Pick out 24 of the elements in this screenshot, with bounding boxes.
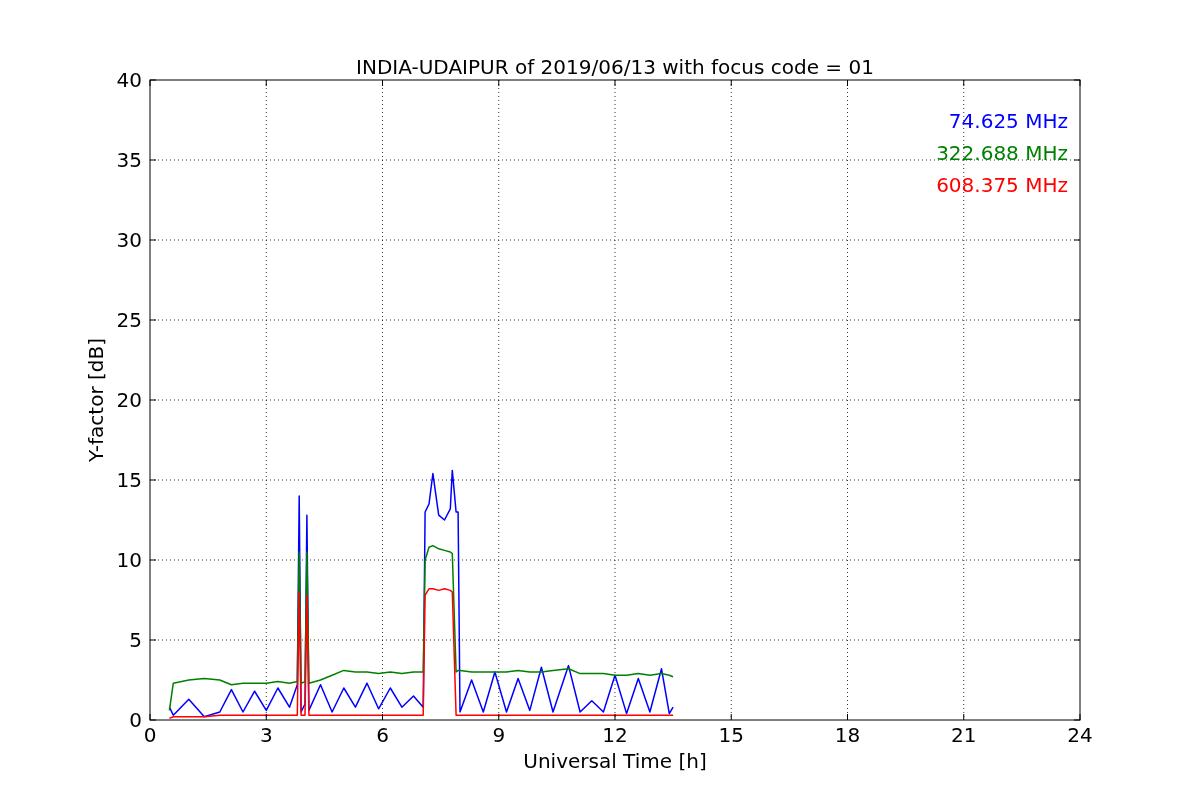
y-tick-label: 5 bbox=[129, 628, 142, 652]
x-tick-label: 9 bbox=[492, 723, 506, 747]
y-tick-label: 0 bbox=[129, 708, 142, 732]
y-tick-label: 10 bbox=[116, 548, 142, 572]
y-tick-label: 35 bbox=[116, 148, 142, 172]
x-tick-label: 21 bbox=[951, 723, 977, 747]
x-tick-label: 3 bbox=[259, 723, 273, 747]
legend-label: 608.375 MHz bbox=[936, 173, 1068, 197]
y-tick-label: 40 bbox=[116, 68, 142, 92]
y-tick-label: 15 bbox=[116, 468, 142, 492]
x-tick-label: 18 bbox=[834, 723, 861, 747]
legend-label: 322.688 MHz bbox=[936, 141, 1068, 165]
legend-label: 74.625 MHz bbox=[948, 109, 1068, 133]
chart-title: INDIA-UDAIPUR of 2019/06/13 with focus code = 01 bbox=[356, 55, 874, 79]
y-tick-label: 30 bbox=[116, 228, 142, 252]
x-tick-label: 15 bbox=[718, 723, 744, 747]
x-tick-label: 6 bbox=[376, 723, 389, 747]
y-axis-label: Y-factor [dB] bbox=[84, 338, 108, 462]
y-tick-label: 25 bbox=[116, 308, 142, 332]
x-axis-label: Universal Time [h] bbox=[523, 749, 707, 773]
x-tick-label: 24 bbox=[1067, 723, 1093, 747]
y-tick-label: 20 bbox=[116, 388, 142, 412]
x-tick-label: 12 bbox=[602, 723, 628, 747]
x-tick-label: 0 bbox=[143, 723, 157, 747]
